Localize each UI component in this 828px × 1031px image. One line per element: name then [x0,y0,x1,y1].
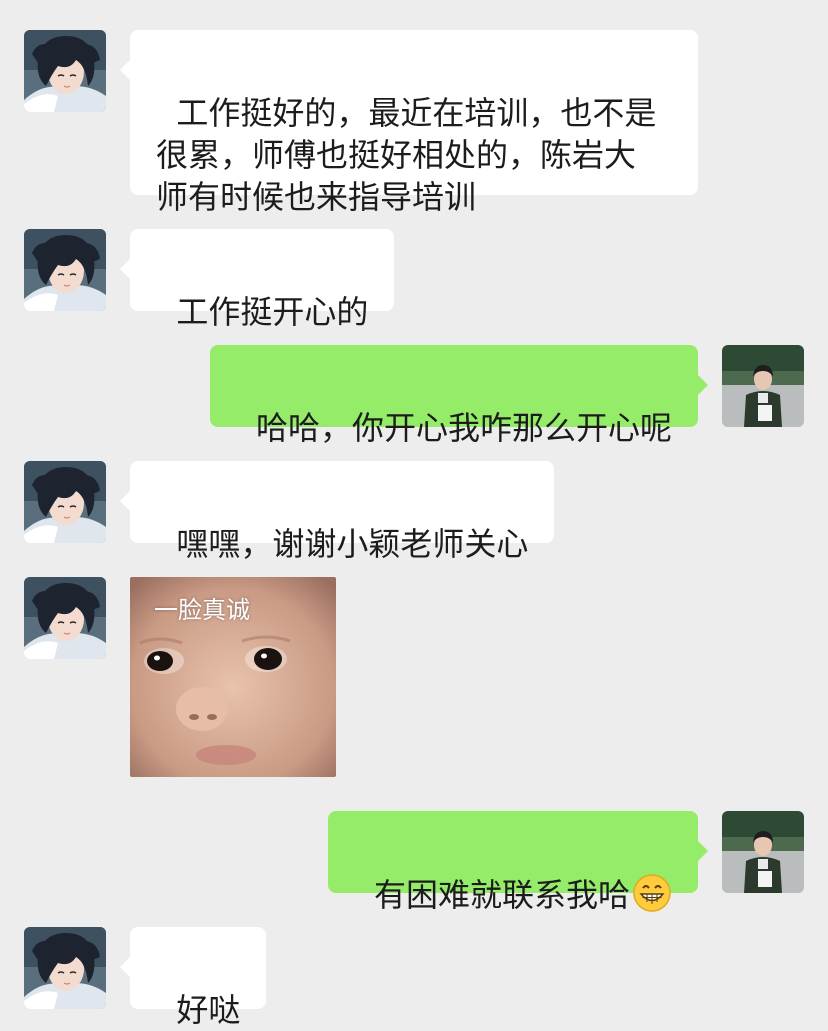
my-avatar[interactable] [722,811,804,893]
message-text: 有困难就联系我哈 [373,876,630,914]
incoming-message-bubble[interactable]: 好哒 [119,927,267,1029]
other-user-avatar[interactable] [24,30,106,112]
message-text: 哈哈，你开心我咋那么开心呢 [255,409,672,447]
anime-character-avatar-icon [24,461,106,543]
other-user-avatar[interactable] [24,461,106,543]
message-text: 工作挺好的，最近在培训，也不是 很累，师傅也挺好相处的，陈岩大 师有时候也来指导… [156,94,657,216]
message-text: 嘿嘿，谢谢小颖老师关心 [176,525,529,563]
anime-character-avatar-icon [24,577,106,659]
incoming-message-bubble[interactable]: 嘿嘿，谢谢小颖老师关心 [119,461,555,563]
anime-character-avatar-icon [24,229,106,311]
other-user-avatar[interactable] [24,577,106,659]
grinning-face-emoji-icon [632,873,672,913]
other-user-avatar[interactable] [24,229,106,311]
anime-character-avatar-icon [24,927,106,1009]
anime-character-avatar-icon [24,30,106,112]
other-user-avatar[interactable] [24,927,106,1009]
incoming-message-bubble[interactable]: 工作挺好的，最近在培训，也不是 很累，师傅也挺好相处的，陈岩大 师有时候也来指导… [120,30,698,216]
sticker-caption: 一脸真诚 [154,596,250,624]
incoming-message-bubble[interactable]: 工作挺开心的 [119,229,395,331]
my-avatar[interactable] [722,345,804,427]
uniformed-person-avatar-icon [722,345,804,427]
message-text: 工作挺开心的 [176,293,369,331]
outgoing-message-bubble[interactable]: 有困难就联系我哈 [327,811,709,914]
sticker-image[interactable]: 一脸真诚 [130,577,336,777]
uniformed-person-avatar-icon [722,811,804,893]
outgoing-message-bubble[interactable]: 哈哈，你开心我咋那么开心呢 [209,345,709,447]
message-text: 好哒 [176,991,241,1029]
